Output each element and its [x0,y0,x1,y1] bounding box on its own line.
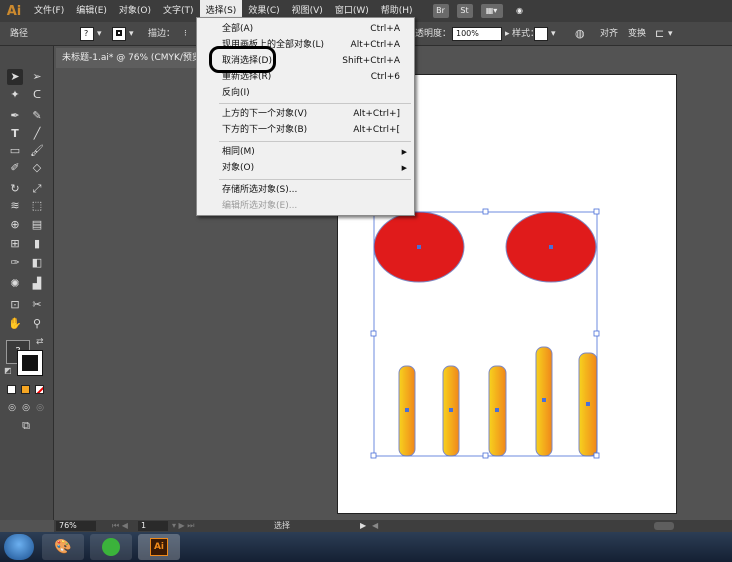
annotation-highlight-oval [209,46,276,73]
artboard-nav-next-icon[interactable]: ▾ ▶ ⏭ [172,520,194,532]
menu-item-all[interactable]: 全部(A) Ctrl+A [197,21,414,37]
artboard-number-field[interactable]: 1 [138,521,168,531]
menu-separator [219,179,411,180]
menu-item-next-object-below[interactable]: 下方的下一个对象(B) Alt+Ctrl+[ [197,122,414,138]
paint-app-icon[interactable]: 🎨 [42,534,84,560]
status-bar: 76% ⏮ ◀ 1 ▾ ▶ ⏭ 选择 ▶ ◀ [54,520,732,532]
sync-app-icon[interactable] [90,534,132,560]
submenu-arrow-icon: ▶ [401,148,407,156]
menu-item-inverse[interactable]: 反向(I) [197,85,414,101]
start-button-icon[interactable] [4,534,34,560]
status-text: 选择 [274,521,290,530]
menu-item-next-object-above[interactable]: 上方的下一个对象(V) Alt+Ctrl+] [197,106,414,122]
menu-item-save-selection[interactable]: 存储所选对象(S)... [197,182,414,198]
menu-item-edit-selection: 编辑所选对象(E)... [222,201,298,211]
menu-separator [219,103,411,104]
artboard-nav-prev-icon[interactable]: ⏮ ◀ [112,520,128,532]
horizontal-scrollbar-thumb[interactable] [654,522,674,530]
menu-separator [219,141,411,142]
menu-item-object[interactable]: 对象(O) ▶ [197,160,414,176]
zoom-field[interactable]: 76% [56,521,96,531]
menu-item-same[interactable]: 相同(M) ▶ [197,144,414,160]
status-menu-icon[interactable]: ▶ [360,520,366,532]
illustrator-taskbar-icon[interactable]: Ai [138,534,180,560]
scroll-left-icon[interactable]: ◀ [372,520,378,532]
submenu-arrow-icon: ▶ [401,164,407,172]
windows-taskbar: 🎨 Ai [0,532,732,562]
